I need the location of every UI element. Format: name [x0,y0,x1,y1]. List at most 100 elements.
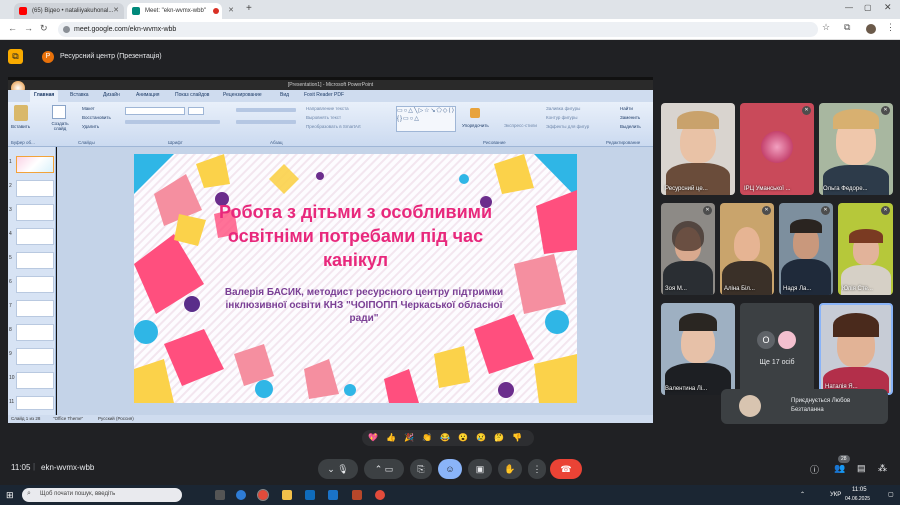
edge-icon[interactable] [236,490,246,500]
clock-date[interactable]: 04.06.2025 [845,496,870,502]
browser-tab-extra[interactable]: ✕ [224,3,240,19]
people-icon[interactable]: 👥 [834,463,845,474]
powerpoint-icon[interactable] [352,490,362,500]
profile-avatar[interactable] [866,24,876,34]
notifications-icon[interactable]: ▢ [888,491,894,498]
reaction-sad[interactable]: 😢 [476,433,486,442]
shape-fill-button[interactable]: Заливка фигуры [546,106,580,111]
camera-button[interactable]: ⌃ ▭ [364,459,404,479]
site-info-icon[interactable] [63,26,70,33]
font-family-select[interactable] [125,107,185,115]
participant-tile[interactable]: ✕ Зоя М... [661,203,715,295]
info-icon[interactable]: ⓘ [810,463,819,476]
language-indicator[interactable]: УКР [830,492,841,498]
find-button[interactable]: Найти [620,106,633,111]
taskbar-search[interactable]: ⌕ Щоб почати пошук, введіть [22,488,182,502]
emoji-reactions-button[interactable]: ☺ [438,459,462,479]
new-slide-button[interactable]: Создать слайд [48,121,72,131]
browser-tab-youtube[interactable]: (65) Відео • nataliiyakuhonal... ✕ [14,3,124,19]
slide-thumbnail-2[interactable] [16,180,54,197]
participant-tile[interactable]: ✕ Надя Ла... [779,203,833,295]
reset-button[interactable]: Восстановить [82,115,111,120]
participant-tile[interactable]: ✕ ІРЦ Уманської ... [740,103,814,195]
task-view-icon[interactable] [215,490,225,500]
paragraph-list-buttons[interactable] [236,108,296,112]
new-tab-button[interactable]: + [246,3,252,14]
present-button[interactable]: ▣ [468,459,492,479]
font-size-select[interactable] [188,107,204,115]
close-tab-icon[interactable]: ✕ [228,6,234,14]
file-explorer-icon[interactable] [282,490,292,500]
chat-icon[interactable]: ▤ [857,463,866,474]
paste-button[interactable]: Вставить [11,124,30,129]
reload-icon[interactable]: ↻ [40,23,48,34]
participant-tile[interactable]: Валентина Лі... [661,303,735,395]
text-direction-button[interactable]: Направление текста [306,106,349,111]
windows-start-icon[interactable]: ⊞ [6,490,14,501]
store-icon[interactable] [305,490,315,500]
activities-icon[interactable]: ⁂ [878,463,887,474]
ribbon-tab-slideshow[interactable]: Показ слайдов [175,92,209,98]
slide-thumbnail-4[interactable] [16,228,54,245]
arrange-icon[interactable] [470,108,480,118]
forward-icon[interactable]: → [24,23,33,33]
minimize-window-icon[interactable]: — [845,3,853,12]
ribbon-tab-view[interactable]: Вид [280,92,289,98]
reaction-laugh[interactable]: 😂 [440,433,450,442]
more-options-button[interactable]: ⋮ [528,459,546,479]
chrome-icon[interactable] [257,489,269,501]
ribbon-tab-foxit[interactable]: Foxit Reader PDF [304,92,344,98]
shapes-gallery[interactable]: ▭○△╲▷☆↘⬠◇⟨⟩{}▭○△ [396,106,456,132]
arrange-button[interactable]: Упорядочить [462,123,489,128]
font-format-buttons[interactable] [125,120,220,124]
participant-tile[interactable]: ✕ Юлія Сте... [838,203,893,295]
current-slide[interactable]: Робота з дітьми з особливими освітніми п… [134,154,577,403]
bookmark-star-icon[interactable]: ☆ [822,22,830,33]
slide-thumbnail-9[interactable] [16,348,54,365]
mail-icon[interactable] [328,490,338,500]
clock-time[interactable]: 11:05 [852,487,867,493]
reaction-clap[interactable]: 👏 [422,433,432,442]
extensions-icon[interactable]: ⧉ [844,22,850,33]
new-slide-icon[interactable] [52,105,66,119]
shape-outline-button[interactable]: Контур фигуры [546,115,577,120]
layout-button[interactable]: Макет [82,106,95,111]
align-text-button[interactable]: Выровнять текст [306,115,341,120]
reaction-thumbs-down[interactable]: 👎 [512,433,522,442]
slide-thumbnail-3[interactable] [16,204,54,221]
ribbon-tab-design[interactable]: Дизайн [103,92,120,98]
slide-thumbnail-10[interactable] [16,372,54,389]
shape-effects-button[interactable]: Эффекты для фигур [546,124,589,129]
reaction-party[interactable]: 🎉 [404,433,414,442]
back-icon[interactable]: ← [8,23,17,33]
ribbon-tab-review[interactable]: Рецензирование [223,92,262,98]
ribbon-tab-insert[interactable]: Вставка [70,92,89,98]
slide-thumbnail-11[interactable] [16,396,54,410]
reaction-surprised[interactable]: 😮 [458,433,468,442]
slide-thumbnail-6[interactable] [16,276,54,293]
replace-button[interactable]: Заменить [620,115,640,120]
slide-thumbnail-7[interactable] [16,300,54,317]
slide-thumbnail-5[interactable] [16,252,54,269]
participant-tile[interactable]: ✕ Аліна Біл... [720,203,774,295]
reaction-thinking[interactable]: 🤔 [494,433,504,442]
reaction-thumbs-up[interactable]: 👍 [386,433,396,442]
ribbon-tab-animation[interactable]: Анимация [136,92,159,98]
quick-styles-button[interactable]: Экспресс-стили [504,123,537,128]
ribbon-tab-home[interactable]: Главная [30,90,59,102]
slide-thumbnail-1[interactable] [16,156,54,173]
delete-slide-button[interactable]: Удалить [82,124,99,129]
participant-tile-speaking[interactable]: Наталія Я... [819,303,893,395]
participant-tile[interactable]: ✕ Ольга Федоре... [819,103,893,195]
smartart-button[interactable]: Преобразовать в SmartArt [306,124,361,129]
reaction-heart[interactable]: 💖 [368,433,378,442]
mic-button[interactable]: ⌄ 🎙 [318,459,358,479]
tray-arrow-icon[interactable]: ⌃ [800,491,805,498]
captions-button[interactable]: ⎘ [410,459,432,479]
select-button[interactable]: Выделить [620,124,641,129]
more-participants-tile[interactable]: О Ще 17 осіб [740,303,814,395]
paragraph-align-buttons[interactable] [236,120,296,124]
paste-icon[interactable] [14,105,28,121]
participant-tile[interactable]: Ресурсний це... [661,103,735,195]
raise-hand-button[interactable]: ✋ [498,459,522,479]
